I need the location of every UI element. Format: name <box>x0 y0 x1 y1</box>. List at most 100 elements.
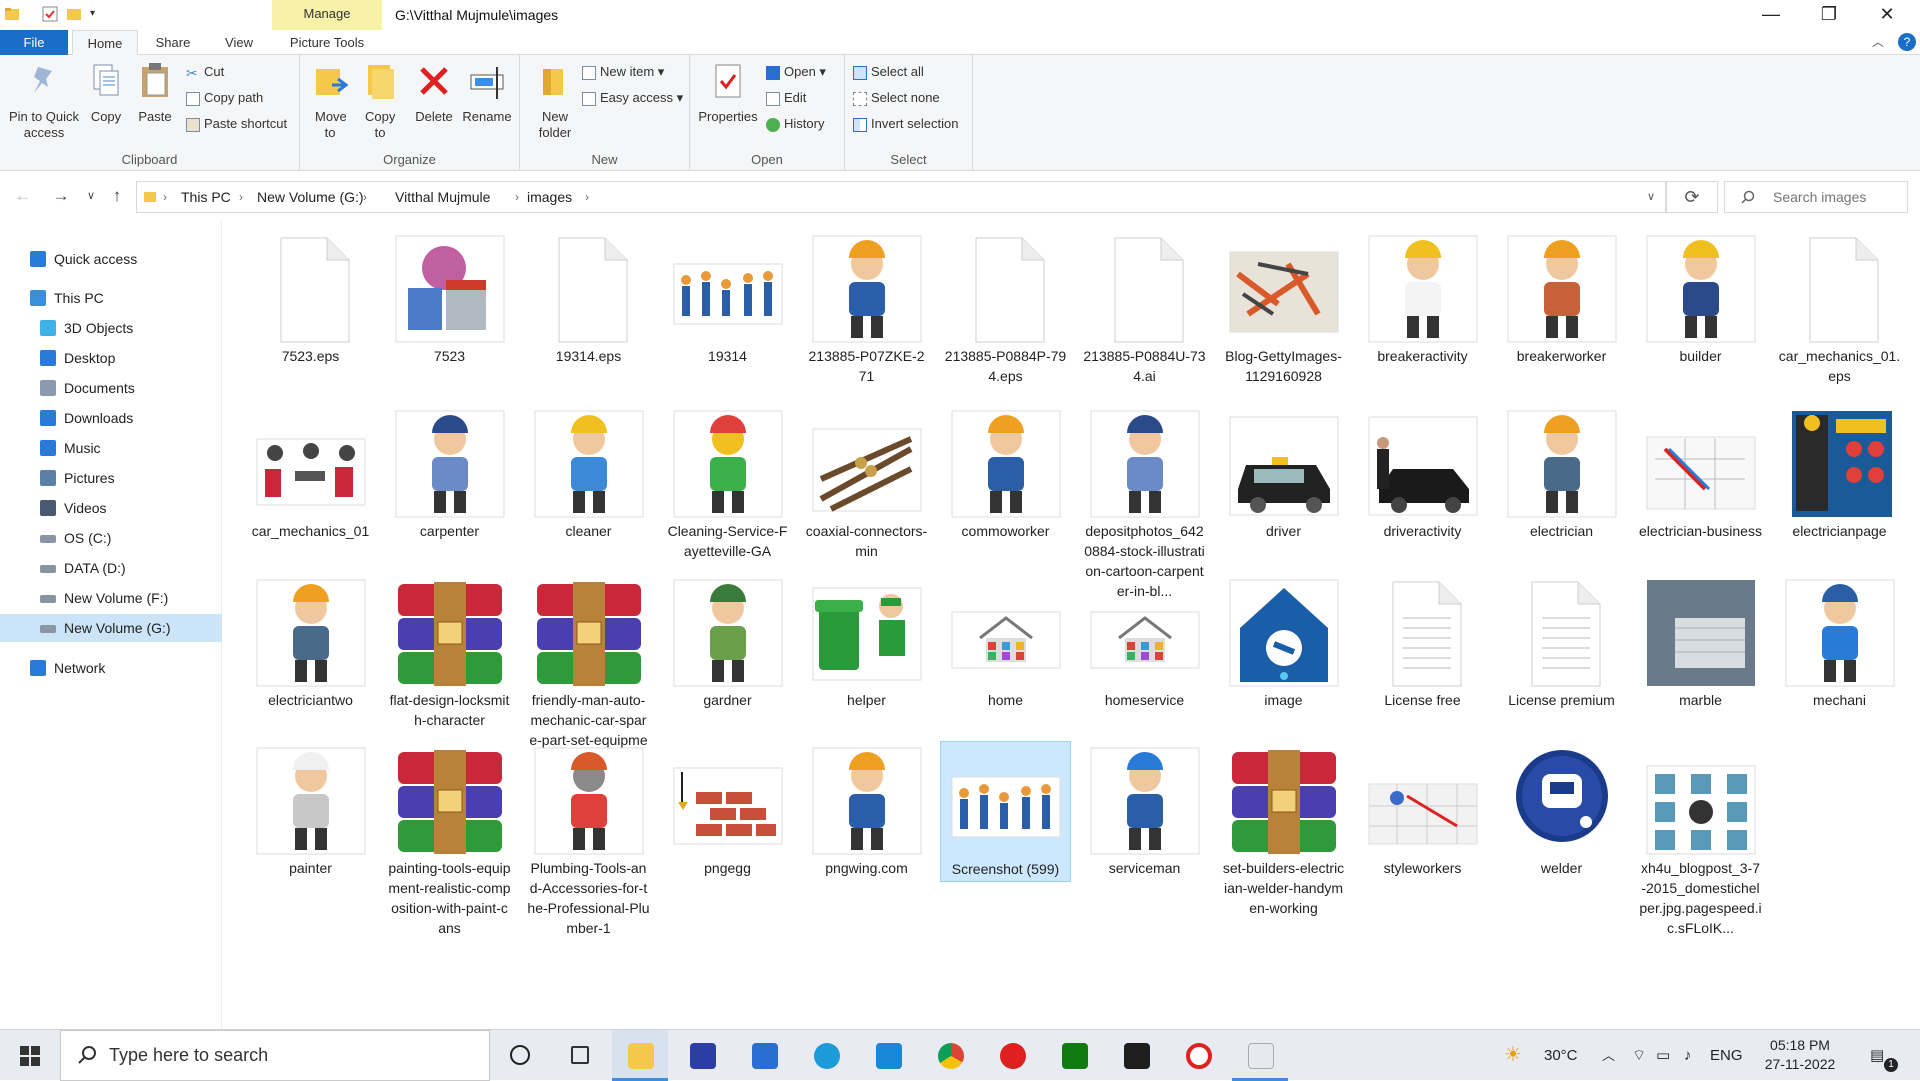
address-bar[interactable]: › This PC › New Volume (G:) › Vitthal Mu… <box>136 181 1666 213</box>
file-item[interactable]: electricianpage <box>1774 404 1905 543</box>
file-item[interactable]: commoworker <box>940 404 1071 543</box>
taskbar-figma[interactable] <box>1108 1030 1164 1081</box>
sidebar-item-documents[interactable]: Documents <box>0 374 222 402</box>
breadcrumb-separator[interactable]: › <box>239 182 243 212</box>
new-folder-button[interactable]: New folder <box>530 61 580 141</box>
copy-path-button[interactable]: Copy path <box>186 87 263 109</box>
sidebar-item-data-d[interactable]: DATA (D:) <box>0 554 222 582</box>
breadcrumb-separator[interactable]: › <box>585 182 589 212</box>
file-item[interactable]: helper <box>801 573 932 712</box>
file-item[interactable]: flat-design-locksmith-character <box>384 573 515 732</box>
taskbar-app-2[interactable] <box>860 1030 916 1081</box>
sidebar-item-downloads[interactable]: Downloads <box>0 404 222 432</box>
copy-to-button[interactable]: Copy to <box>358 61 402 141</box>
file-item[interactable]: 213885-P0884U-734.ai <box>1079 229 1210 388</box>
file-item[interactable]: 19314 <box>662 229 793 368</box>
file-item[interactable]: License free <box>1357 573 1488 712</box>
start-button[interactable] <box>0 1030 60 1081</box>
breadcrumb-images[interactable]: images <box>527 182 572 212</box>
sidebar-item-videos[interactable]: Videos <box>0 494 222 522</box>
recent-locations-chevron-icon[interactable]: ∨ <box>78 183 104 209</box>
breadcrumb-vitthal-mujmule[interactable]: Vitthal Mujmule <box>395 182 490 212</box>
sidebar-item-desktop[interactable]: Desktop <box>0 344 222 372</box>
breadcrumb-this-pc[interactable]: This PC <box>181 182 231 212</box>
address-history-chevron-icon[interactable]: ∨ <box>1647 182 1655 212</box>
battery-icon[interactable]: ▭ <box>1656 1030 1670 1081</box>
taskbar-app-3[interactable] <box>1232 1030 1288 1081</box>
sidebar-item-network[interactable]: Network <box>0 654 222 682</box>
copy-button[interactable]: Copy <box>84 61 128 125</box>
tab-home[interactable]: Home <box>72 30 138 55</box>
taskbar-search[interactable]: Type here to search <box>60 1030 490 1081</box>
paste-button[interactable]: Paste <box>132 61 178 125</box>
manage-context-tab[interactable]: Manage <box>272 0 382 30</box>
open-button[interactable]: Open ▾ <box>766 61 826 83</box>
file-item[interactable]: gardner <box>662 573 793 712</box>
cortana-button[interactable] <box>492 1030 548 1081</box>
help-icon[interactable]: ? <box>1898 33 1916 51</box>
taskbar-store[interactable] <box>736 1030 792 1081</box>
file-item[interactable]: 7523.eps <box>245 229 376 368</box>
file-item[interactable]: coaxial-connectors-min <box>801 404 932 563</box>
file-item[interactable]: styleworkers <box>1357 741 1488 880</box>
file-item[interactable]: 213885-P07ZKE-271 <box>801 229 932 388</box>
breadcrumb-new-volume-g[interactable]: New Volume (G:) <box>257 182 364 212</box>
properties-button[interactable]: Properties <box>696 61 760 125</box>
breadcrumb-separator[interactable]: › <box>515 182 519 212</box>
file-item[interactable]: xh4u_blogpost_3-7-2015_domestichelper.jp… <box>1635 741 1766 940</box>
file-item[interactable]: Screenshot (599) <box>940 741 1071 882</box>
move-to-button[interactable]: Move to <box>308 61 352 141</box>
taskbar-app-1[interactable] <box>674 1030 730 1081</box>
taskbar-youtube-music[interactable] <box>984 1030 1040 1081</box>
file-item[interactable]: electrician <box>1496 404 1627 543</box>
file-item[interactable]: car_mechanics_01.eps <box>1774 229 1905 388</box>
task-view-button[interactable] <box>552 1030 608 1081</box>
sidebar-item-new-volume-f[interactable]: New Volume (F:) <box>0 584 222 612</box>
search-box[interactable]: Search images <box>1724 181 1908 213</box>
clock[interactable]: 05:18 PM 27-11-2022 <box>1755 1036 1845 1074</box>
taskbar-opera[interactable] <box>1170 1030 1226 1081</box>
file-item[interactable]: image <box>1218 573 1349 712</box>
customize-toolbar-chevron-icon[interactable]: ▾ <box>90 6 106 22</box>
refresh-button[interactable]: ⟳ <box>1666 181 1718 213</box>
back-button[interactable]: ← <box>10 183 36 209</box>
file-item[interactable]: builder <box>1635 229 1766 368</box>
history-button[interactable]: History <box>766 113 824 135</box>
file-item[interactable]: 19314.eps <box>523 229 654 368</box>
paste-shortcut-button[interactable]: Paste shortcut <box>186 113 287 135</box>
taskbar-chrome[interactable] <box>922 1030 978 1081</box>
volume-icon[interactable]: ♪ <box>1684 1030 1692 1081</box>
select-none-button[interactable]: Select none <box>853 87 940 109</box>
breadcrumb-separator[interactable]: › <box>363 182 367 212</box>
breadcrumb-separator[interactable]: › <box>163 182 167 212</box>
maximize-button[interactable]: ❐ <box>1800 0 1858 30</box>
select-all-button[interactable]: Select all <box>853 61 924 83</box>
file-item[interactable]: 213885-P0884P-794.eps <box>940 229 1071 388</box>
file-item[interactable]: pngegg <box>662 741 793 880</box>
new-folder-icon[interactable] <box>66 6 82 22</box>
tab-file[interactable]: File <box>0 30 68 55</box>
file-item[interactable]: painter <box>245 741 376 880</box>
rename-button[interactable]: Rename <box>462 61 512 125</box>
file-item[interactable]: home <box>940 573 1071 712</box>
sidebar-item-pictures[interactable]: Pictures <box>0 464 222 492</box>
cut-button[interactable]: ✂ Cut <box>186 61 224 83</box>
sidebar-item-music[interactable]: Music <box>0 434 222 462</box>
file-item[interactable]: car_mechanics_01 <box>245 404 376 543</box>
new-item-button[interactable]: New item ▾ <box>582 61 664 83</box>
sidebar-item-quick-access[interactable]: Quick access <box>0 245 222 273</box>
properties-check-icon[interactable] <box>42 6 58 22</box>
file-item[interactable]: serviceman <box>1079 741 1210 880</box>
file-item[interactable]: License premium <box>1496 573 1627 712</box>
file-item[interactable]: Plumbing-Tools-and-Accessories-for-the-P… <box>523 741 654 940</box>
easy-access-button[interactable]: Easy access ▾ <box>582 87 683 109</box>
close-button[interactable]: ✕ <box>1858 0 1916 30</box>
file-item[interactable]: electrician-business <box>1635 404 1766 543</box>
file-item[interactable]: driveractivity <box>1357 404 1488 543</box>
notifications-icon[interactable]: ▤ <box>1870 1030 1884 1081</box>
invert-selection-button[interactable]: Invert selection <box>853 113 958 135</box>
weather-temperature[interactable]: 30°C <box>1544 1030 1578 1081</box>
file-item[interactable]: homeservice <box>1079 573 1210 712</box>
language-indicator[interactable]: ENG <box>1710 1030 1743 1081</box>
taskbar-edge[interactable] <box>798 1030 854 1081</box>
